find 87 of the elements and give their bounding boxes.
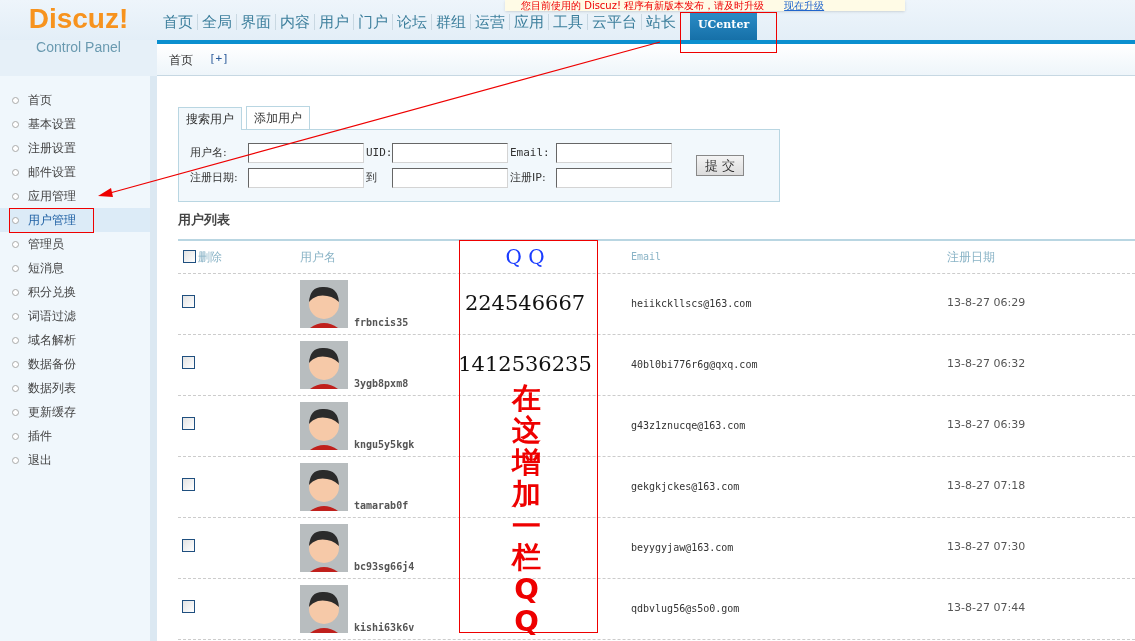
sidebar-item[interactable]: 用户管理 bbox=[0, 208, 150, 232]
register-date: 13-8-27 06:32 bbox=[946, 356, 1027, 373]
avatar-icon bbox=[300, 401, 348, 450]
field-label: 到 bbox=[366, 169, 378, 186]
upgrade-link[interactable]: 现在升级 bbox=[784, 0, 825, 11]
nav-tab[interactable]: UCenter bbox=[690, 13, 758, 40]
nav-tab[interactable]: 运营 bbox=[471, 8, 509, 40]
username: kishi63k6v bbox=[354, 622, 415, 633]
input-field[interactable] bbox=[392, 168, 508, 188]
column-header: Q Q bbox=[504, 243, 546, 271]
column-header: 删除 bbox=[198, 248, 222, 266]
username: kngu5y5kgk bbox=[354, 439, 415, 450]
nav-tab[interactable]: 首页 bbox=[159, 8, 197, 40]
checkbox[interactable] bbox=[182, 599, 195, 613]
search-tab[interactable]: 搜索用户 bbox=[178, 107, 242, 130]
qq-number: 1412536235 bbox=[458, 351, 592, 376]
checkbox[interactable] bbox=[182, 294, 195, 308]
email: beyygyjaw@163.com bbox=[630, 541, 735, 555]
sidebar-item[interactable]: 注册设置 bbox=[0, 136, 150, 160]
nav-tab[interactable]: 用户 bbox=[315, 8, 353, 40]
checkbox[interactable] bbox=[182, 416, 195, 430]
breadcrumb-link[interactable]: 首页 bbox=[169, 50, 193, 69]
annotation-text: 在这增加一栏QQ bbox=[512, 383, 541, 639]
avatar-icon bbox=[300, 279, 348, 328]
email: qdbvlug56@s5o0.gom bbox=[630, 602, 741, 616]
input-field[interactable] bbox=[248, 143, 364, 163]
username: bc93sg66j4 bbox=[354, 561, 415, 572]
register-date: 13-8-27 06:29 bbox=[946, 295, 1027, 312]
nav-tab[interactable]: 门户 bbox=[354, 8, 392, 40]
logo-subtitle: Control Panel bbox=[36, 40, 121, 57]
register-date: 13-8-27 07:30 bbox=[946, 539, 1027, 556]
email: g43z1znucqe@163.com bbox=[630, 419, 747, 433]
sidebar-item[interactable]: 积分兑换 bbox=[0, 280, 150, 304]
register-date: 13-8-27 07:44 bbox=[946, 600, 1027, 617]
column-header: 用户名 bbox=[299, 248, 337, 266]
email: gekgkjckes@163.com bbox=[630, 480, 741, 494]
email: heiikckllscs@163.com bbox=[630, 297, 753, 311]
checkbox[interactable] bbox=[182, 355, 195, 369]
sidebar-item[interactable]: 基本设置 bbox=[0, 112, 150, 136]
avatar-icon bbox=[300, 462, 348, 511]
input-field[interactable] bbox=[556, 143, 672, 163]
add-link[interactable]: [+] bbox=[209, 51, 229, 68]
field-label: 注册日期: bbox=[190, 169, 239, 186]
avatar-icon bbox=[300, 523, 348, 572]
nav-tab[interactable]: 内容 bbox=[276, 8, 314, 40]
sidebar-item[interactable]: 词语过滤 bbox=[0, 304, 150, 328]
nav-tab[interactable]: 群组 bbox=[432, 8, 470, 40]
field-label: UID: bbox=[366, 144, 392, 161]
checkbox[interactable] bbox=[182, 477, 195, 491]
search-tab[interactable]: 添加用户 bbox=[246, 106, 310, 129]
sidebar-item[interactable]: 域名解析 bbox=[0, 328, 150, 352]
field-label: 用户名: bbox=[190, 144, 228, 161]
sidebar-item[interactable]: 退出 bbox=[0, 448, 150, 472]
avatar-icon bbox=[300, 584, 348, 633]
field-label: Email: bbox=[510, 144, 551, 161]
checkbox[interactable] bbox=[183, 250, 196, 263]
sidebar-item[interactable]: 数据列表 bbox=[0, 376, 150, 400]
sidebar-item[interactable]: 插件 bbox=[0, 424, 150, 448]
section-title: 用户列表 bbox=[178, 211, 231, 229]
register-date: 13-8-27 07:18 bbox=[946, 478, 1027, 495]
nav-tab[interactable]: 论坛 bbox=[393, 8, 431, 40]
input-field[interactable] bbox=[248, 168, 364, 188]
register-date: 13-8-27 06:39 bbox=[946, 417, 1027, 434]
field-label: 注册IP: bbox=[510, 169, 547, 186]
column-header: Email bbox=[630, 250, 663, 264]
username: tamarab0f bbox=[354, 500, 409, 511]
sidebar-item[interactable]: 更新缓存 bbox=[0, 400, 150, 424]
submit-button[interactable]: 提 交 bbox=[696, 155, 745, 176]
username: frbncis35 bbox=[354, 317, 409, 328]
input-field[interactable] bbox=[392, 143, 508, 163]
sidebar-item[interactable]: 短消息 bbox=[0, 256, 150, 280]
input-field[interactable] bbox=[556, 168, 672, 188]
email: 40bl0bi776r6g@qxq.com bbox=[630, 358, 759, 372]
qq-number: 224546667 bbox=[464, 290, 586, 315]
sidebar-item[interactable]: 邮件设置 bbox=[0, 160, 150, 184]
username: 3ygb8pxm8 bbox=[354, 378, 409, 389]
logo-title: Discuz! bbox=[28, 4, 129, 34]
avatar-icon bbox=[300, 340, 348, 389]
sidebar-item[interactable]: 首页 bbox=[0, 88, 150, 112]
sidebar-item[interactable]: 管理员 bbox=[0, 232, 150, 256]
sidebar-item[interactable]: 应用管理 bbox=[0, 184, 150, 208]
nav-tab[interactable]: 界面 bbox=[237, 8, 275, 40]
sidebar-item[interactable]: 数据备份 bbox=[0, 352, 150, 376]
nav-tab[interactable]: 全局 bbox=[198, 8, 236, 40]
column-header: 注册日期 bbox=[946, 248, 996, 266]
checkbox[interactable] bbox=[182, 538, 195, 552]
notice-text: 您目前使用的 Discuz! 程序有新版本发布，请及时升级 bbox=[521, 0, 765, 11]
